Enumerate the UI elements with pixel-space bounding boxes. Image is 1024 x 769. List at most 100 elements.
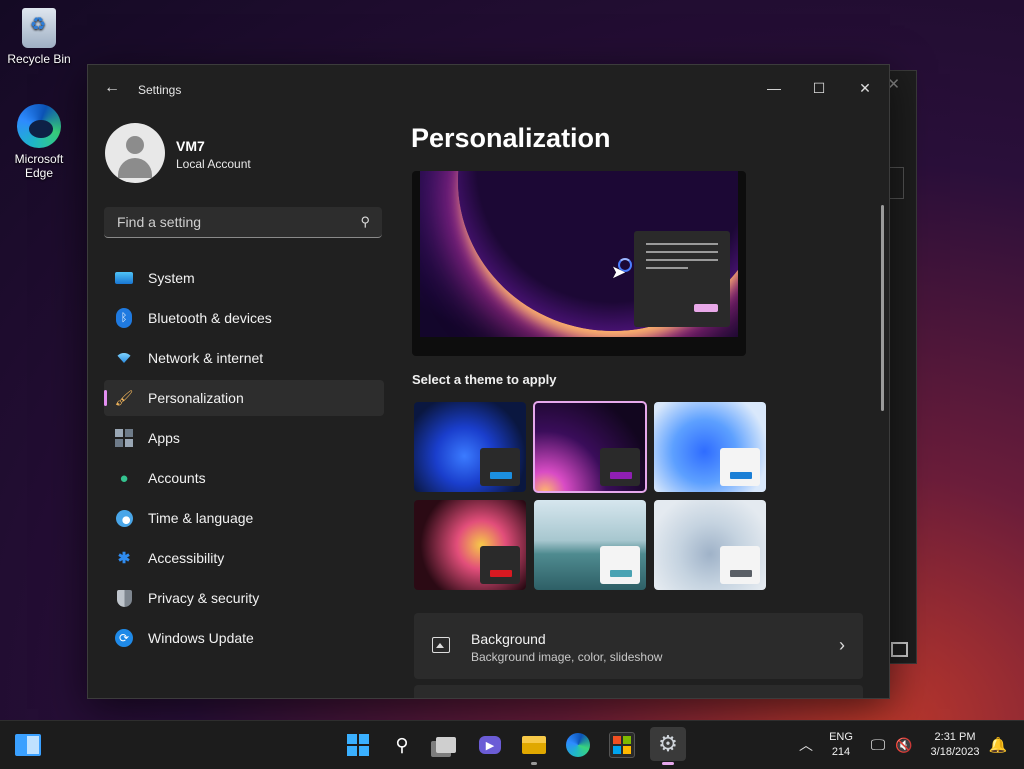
search-taskbar-icon[interactable]: ⚲ <box>388 731 416 759</box>
preview-window-mock <box>634 231 730 327</box>
next-settings-card[interactable] <box>414 685 863 698</box>
back-arrow-icon[interactable]: ← <box>104 79 120 97</box>
sidebar-item-label: Windows Update <box>148 630 254 646</box>
close-button[interactable]: ✕ <box>845 73 885 103</box>
theme-tile-1[interactable] <box>414 402 526 492</box>
widgets-icon[interactable] <box>14 731 42 759</box>
mock-line <box>646 259 718 261</box>
sidebar-item-apps[interactable]: Apps <box>104 420 384 456</box>
theme-tile-accent <box>610 570 632 577</box>
theme-tile-accent <box>730 472 752 479</box>
sidebar-nav: System ᛒ Bluetooth & devices Network & i… <box>104 260 384 660</box>
taskbar: ⚲ ▶ ⚙ ︿ ENG 214 🖵 🔇 2:31 PM 3/18/2023 🔔 <box>0 720 1024 769</box>
sidebar-item-privacy[interactable]: Privacy & security <box>104 580 384 616</box>
theme-tile-2[interactable] <box>533 401 647 493</box>
file-explorer-icon[interactable] <box>520 731 548 765</box>
sidebar-item-label: Accessibility <box>148 550 225 566</box>
apps-icon <box>114 428 134 448</box>
accessibility-icon: ✱ <box>117 550 131 567</box>
minimize-button[interactable]: — <box>754 73 794 103</box>
store-icon[interactable] <box>608 731 636 759</box>
maximize-button[interactable]: ☐ <box>799 73 839 103</box>
edge-icon <box>17 104 61 148</box>
notification-icon[interactable]: 🔔 <box>984 731 1012 759</box>
theme-tile-window-mock <box>600 448 640 486</box>
themes-heading: Select a theme to apply <box>412 372 557 387</box>
settings-window: ← Settings — ☐ ✕ VM7 Local Account ⚲ Sys… <box>87 64 890 699</box>
bluetooth-icon: ᛒ <box>114 308 134 328</box>
volume-muted-icon[interactable]: 🔇 <box>890 731 918 759</box>
wifi-icon <box>114 348 134 368</box>
theme-tile-accent <box>610 472 632 479</box>
edge-taskbar-icon[interactable] <box>564 731 592 759</box>
update-icon: ⟳ <box>114 628 134 648</box>
avatar[interactable] <box>105 123 165 183</box>
sidebar-item-personalization[interactable]: 🖌 Personalization <box>104 380 384 416</box>
account-type: Local Account <box>176 157 251 171</box>
mock-line <box>646 267 688 269</box>
sidebar-item-system[interactable]: System <box>104 260 384 296</box>
theme-tile-4[interactable] <box>414 500 526 590</box>
theme-tile-accent <box>730 570 752 577</box>
sidebar-item-label: Network & internet <box>148 350 264 366</box>
settings-taskbar-icon[interactable]: ⚙ <box>650 727 686 765</box>
theme-tile-accent <box>490 570 512 577</box>
recycle-bin-desktop-icon[interactable]: Recycle Bin <box>4 8 74 66</box>
background-settings-card[interactable]: Background Background image, color, slid… <box>414 613 863 679</box>
active-indicator <box>662 762 674 765</box>
sidebar-item-windows-update[interactable]: ⟳ Windows Update <box>104 620 384 656</box>
sidebar-item-label: Apps <box>148 430 180 446</box>
sidebar-item-network[interactable]: Network & internet <box>104 340 384 376</box>
mouse-cursor-icon: ➤ <box>611 262 627 282</box>
theme-tile-accent <box>490 472 512 479</box>
brush-icon: 🖌 <box>114 390 134 407</box>
theme-tile-5[interactable] <box>534 500 646 590</box>
sidebar-item-label: Accounts <box>148 470 206 486</box>
mock-button <box>694 304 718 312</box>
card-title: Background <box>471 631 546 647</box>
recycle-bin-icon <box>22 8 56 48</box>
chevron-up-icon[interactable]: ︿ <box>792 731 820 759</box>
globe-clock-icon <box>114 508 134 528</box>
mock-line <box>646 243 718 245</box>
image-icon <box>432 637 450 653</box>
language-indicator[interactable]: ENG 214 <box>826 730 856 760</box>
search-icon[interactable]: ⚲ <box>360 214 370 230</box>
running-indicator <box>531 762 537 765</box>
sidebar-item-label: Personalization <box>148 390 244 406</box>
avatar-person-icon <box>126 136 144 154</box>
sidebar-item-bluetooth[interactable]: ᛒ Bluetooth & devices <box>104 300 384 336</box>
system-icon <box>114 268 134 288</box>
network-status-icon[interactable]: 🖵 <box>864 731 892 759</box>
edge-label-line2: Edge <box>24 166 54 180</box>
theme-tile-window-mock <box>480 546 520 584</box>
theme-tile-6[interactable] <box>654 500 766 590</box>
chat-icon[interactable]: ▶ <box>476 731 504 759</box>
title-bar: ← Settings — ☐ ✕ <box>88 65 889 113</box>
theme-tile-window-mock <box>720 546 760 584</box>
sidebar-item-time-language[interactable]: Time & language <box>104 500 384 536</box>
task-view-icon[interactable] <box>432 731 460 759</box>
page-title: Personalization <box>411 123 611 153</box>
edge-desktop-icon[interactable]: Microsoft Edge <box>4 104 74 180</box>
theme-tile-3[interactable] <box>654 402 766 492</box>
sidebar-item-accounts[interactable]: ● Accounts <box>104 460 384 496</box>
sidebar-item-accessibility[interactable]: ✱ Accessibility <box>104 540 384 576</box>
edge-label-line1: Microsoft <box>14 152 64 166</box>
search-input[interactable] <box>115 213 349 231</box>
recycle-bin-label: Recycle Bin <box>7 52 71 66</box>
clock[interactable]: 2:31 PM 3/18/2023 <box>922 730 988 760</box>
theme-preview <box>412 171 746 356</box>
scrollbar[interactable] <box>881 205 884 411</box>
window-title: Settings <box>138 83 182 97</box>
start-icon[interactable] <box>344 731 372 759</box>
sidebar-item-label: Privacy & security <box>148 590 260 606</box>
search-box[interactable]: ⚲ <box>104 207 382 238</box>
mock-line <box>646 251 718 253</box>
language-label: ENG <box>829 731 853 743</box>
clock-date: 3/18/2023 <box>930 746 980 758</box>
sidebar-item-label: System <box>148 270 195 286</box>
card-subtitle: Background image, color, slideshow <box>471 650 663 664</box>
person-icon: ● <box>119 469 129 487</box>
theme-tile-window-mock <box>720 448 760 486</box>
